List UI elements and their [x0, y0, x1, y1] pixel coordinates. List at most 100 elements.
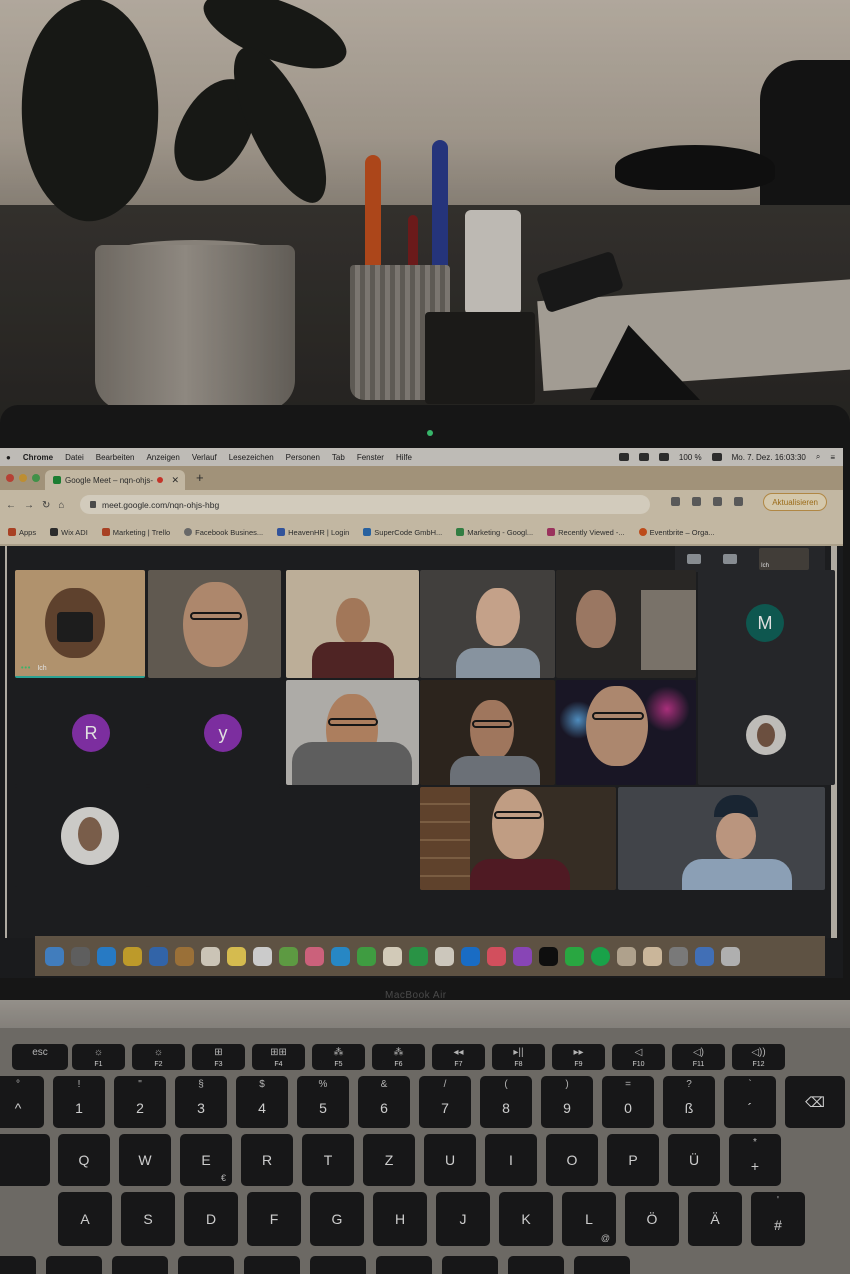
key[interactable]: § 3	[175, 1076, 227, 1128]
key[interactable]: ⊞⊞ F4	[252, 1044, 305, 1070]
participant-tile[interactable]	[420, 680, 555, 785]
app-store-icon[interactable]	[461, 946, 480, 966]
battery-icon[interactable]	[711, 453, 722, 461]
bookmark-eventbrite[interactable]: Eventbrite – Orga...	[638, 528, 715, 537]
key[interactable]: L @	[562, 1192, 616, 1246]
apple-tv-icon[interactable]	[539, 946, 558, 966]
address-bar[interactable]: meet.google.com/nqn-ohjs-hbg	[80, 495, 650, 514]
key[interactable]	[244, 1256, 300, 1274]
pages-icon[interactable]	[383, 946, 402, 966]
star-icon[interactable]	[692, 497, 701, 506]
extensions-puzzle-icon[interactable]	[713, 497, 722, 506]
camera-icon[interactable]	[618, 453, 629, 461]
bookmark-supercode[interactable]: SuperCode GmbH...	[363, 528, 442, 537]
reminders-icon[interactable]	[253, 946, 272, 966]
key[interactable]: Ö	[625, 1192, 679, 1246]
key[interactable]: % 5	[297, 1076, 349, 1128]
key[interactable]: ▸|| F8	[492, 1044, 545, 1070]
keynote-icon[interactable]	[435, 946, 454, 966]
key[interactable]: ⁂ F6	[372, 1044, 425, 1070]
participant-tile[interactable]	[148, 787, 281, 887]
key[interactable]: Z	[363, 1134, 415, 1186]
participant-tile[interactable]	[286, 570, 419, 678]
key[interactable]: I	[485, 1134, 537, 1186]
menu-item-bearbeiten[interactable]: Bearbeiten	[96, 453, 135, 462]
key[interactable]: esc	[12, 1044, 68, 1070]
chrome-icon[interactable]	[123, 946, 142, 966]
key[interactable]: ` ´	[724, 1076, 776, 1128]
bookmark-facebook[interactable]: Facebook Busines...	[184, 528, 263, 537]
key[interactable]: /7	[419, 1076, 471, 1128]
bookmark-apps[interactable]: Apps	[8, 528, 36, 537]
slack-icon[interactable]	[643, 946, 662, 966]
key[interactable]	[508, 1256, 564, 1274]
numbers-icon[interactable]	[409, 946, 428, 966]
menu-item-datei[interactable]: Datei	[65, 453, 84, 462]
zoom-icon[interactable]	[695, 946, 714, 966]
maximize-window-icon[interactable]	[32, 474, 40, 482]
maps-icon[interactable]	[279, 946, 298, 966]
facetime-icon[interactable]	[357, 946, 376, 966]
key[interactable]: ☼ F2	[132, 1044, 185, 1070]
key[interactable]: R	[241, 1134, 293, 1186]
participant-tile[interactable]	[420, 570, 555, 678]
key[interactable]: (8	[480, 1076, 532, 1128]
finder-icon[interactable]	[45, 946, 64, 966]
key[interactable]	[0, 1134, 50, 1186]
contacts-icon[interactable]	[175, 946, 194, 966]
key[interactable]: ◁ F10	[612, 1044, 665, 1070]
app-icon[interactable]	[617, 946, 636, 966]
whatsapp-icon[interactable]	[565, 946, 584, 966]
menu-item-anzeigen[interactable]: Anzeigen	[146, 453, 179, 462]
key[interactable]: & 6	[358, 1076, 410, 1128]
new-tab-icon[interactable]: +	[196, 470, 204, 485]
tab-close-icon[interactable]: ✕	[171, 475, 179, 486]
trash-icon[interactable]	[721, 946, 740, 966]
key[interactable]: ⊞ F3	[192, 1044, 245, 1070]
forward-icon[interactable]: →	[24, 500, 34, 511]
spotlight-icon[interactable]: ⌕	[816, 452, 820, 462]
minimize-window-icon[interactable]	[19, 474, 27, 482]
key[interactable]: ◁) F11	[672, 1044, 725, 1070]
participant-tile[interactable]	[148, 570, 281, 678]
participant-tile[interactable]: M	[698, 570, 835, 785]
bookmark-heavenhr[interactable]: HeavenHR | Login	[277, 528, 349, 537]
key[interactable]: T	[302, 1134, 354, 1186]
key[interactable]: H	[373, 1192, 427, 1246]
key[interactable]: ◁)) F12	[732, 1044, 785, 1070]
menubar-clock[interactable]: Mo. 7. Dez. 16:03:30	[732, 453, 806, 462]
participant-tile[interactable]	[556, 680, 696, 785]
tab-google-meet[interactable]: Google Meet – nqn-ohjs- ✕	[45, 470, 185, 490]
camera-permission-icon[interactable]	[671, 497, 680, 506]
menu-item-personen[interactable]: Personen	[286, 453, 320, 462]
bookmark-wix[interactable]: Wix ADI	[50, 528, 88, 537]
key[interactable]: " 2	[114, 1076, 166, 1128]
back-icon[interactable]: ←	[6, 500, 16, 511]
key[interactable]: G	[310, 1192, 364, 1246]
key[interactable]: U	[424, 1134, 476, 1186]
key[interactable]: F	[247, 1192, 301, 1246]
participant-tile[interactable]	[556, 570, 696, 678]
notes-icon[interactable]	[227, 946, 246, 966]
wifi-icon[interactable]	[658, 453, 669, 461]
participant-tile[interactable]	[618, 787, 825, 890]
key[interactable]: D	[184, 1192, 238, 1246]
spotify-icon[interactable]	[591, 946, 610, 966]
close-window-icon[interactable]	[6, 474, 14, 482]
menu-app-name[interactable]: Chrome	[23, 453, 53, 462]
key[interactable]: S	[121, 1192, 175, 1246]
key[interactable]	[0, 1256, 36, 1274]
key[interactable]	[178, 1256, 234, 1274]
key[interactable]	[376, 1256, 432, 1274]
key[interactable]: ▸▸ F9	[552, 1044, 605, 1070]
key[interactable]: ? ß	[663, 1076, 715, 1128]
bookmark-recently-viewed[interactable]: Recently Viewed -...	[547, 528, 625, 537]
key[interactable]	[442, 1256, 498, 1274]
battery-percent[interactable]: 100 %	[679, 453, 702, 462]
bookmark-trello[interactable]: Marketing | Trello	[101, 528, 170, 537]
key[interactable]: ☼ F1	[72, 1044, 125, 1070]
participant-tile[interactable]	[420, 787, 616, 890]
key[interactable]: ! 1	[53, 1076, 105, 1128]
key[interactable]	[574, 1256, 630, 1274]
key[interactable]: Q	[58, 1134, 110, 1186]
